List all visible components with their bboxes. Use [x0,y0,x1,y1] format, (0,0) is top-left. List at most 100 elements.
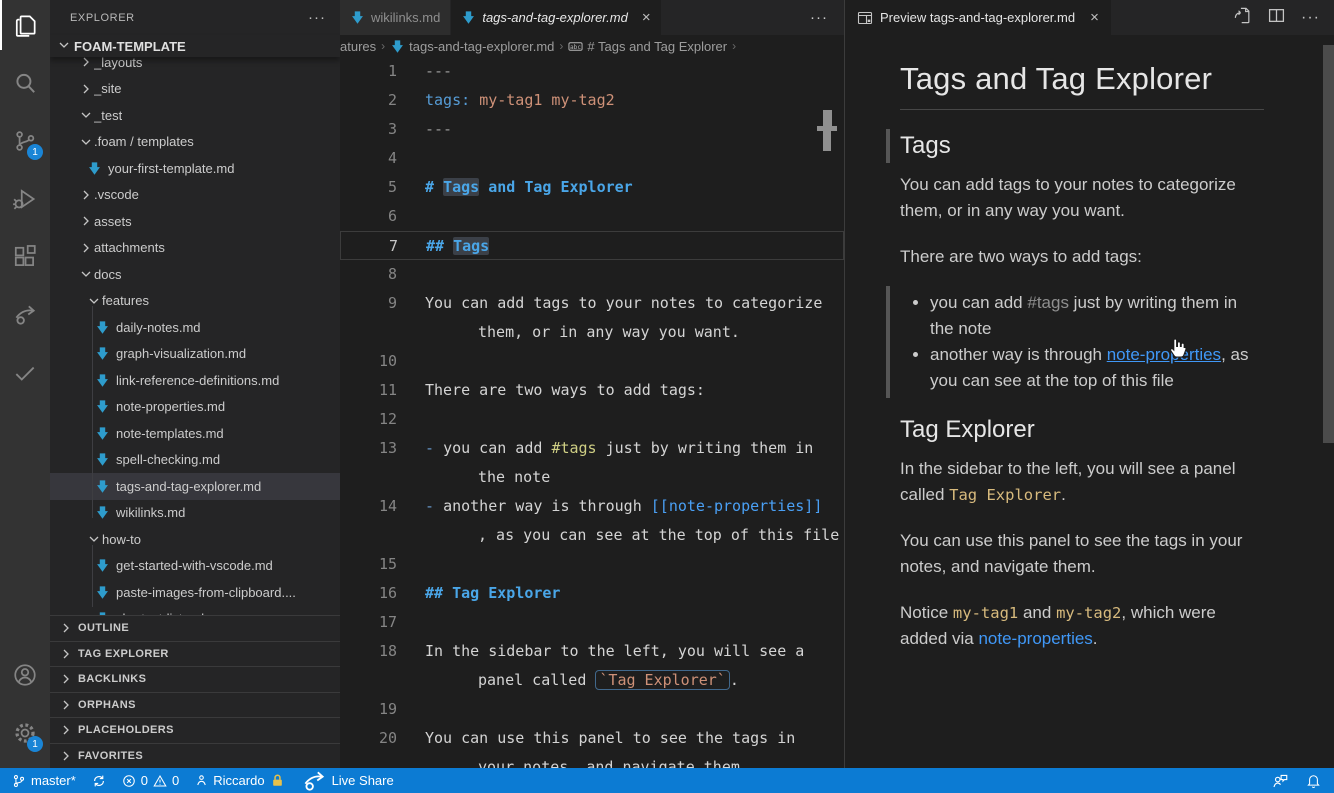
tree-item-get-started-with-vscode-md[interactable]: get-started-with-vscode.md [50,553,340,580]
tree-item--site[interactable]: _site [50,76,340,103]
breadcrumb-item[interactable]: atures [340,39,376,54]
preview-heading: Tags [900,132,1264,160]
tree-item-note-templates-md[interactable]: note-templates.md [50,420,340,447]
tree-item-assets[interactable]: assets [50,208,340,235]
tab-bar-more-actions[interactable]: ··· [794,0,844,35]
foam-file-icon [94,452,110,467]
activity-source-control[interactable]: 1 [0,116,50,166]
split-editor-icon [1268,7,1285,24]
tree-item-graph-visualization-md[interactable]: graph-visualization.md [50,341,340,368]
tab-wikilinks-md[interactable]: wikilinks.md [340,0,451,35]
code-text: ## Tag Explorer [397,579,560,608]
tree-item--test[interactable]: _test [50,102,340,129]
breadcrumb-item[interactable]: tags-and-tag-explorer.md [390,39,554,54]
breadcrumb[interactable]: atures›tags-and-tag-explorer.md›abc# Tag… [340,35,844,57]
line-number: 17 [340,608,397,637]
tree-item--vscode[interactable]: .vscode [50,182,340,209]
preview-more-actions[interactable]: ··· [1301,9,1320,27]
token-txt: your notes, and navigate them. [478,758,749,768]
tree-item-docs[interactable]: docs [50,261,340,288]
token-link: [[note-properties]] [651,497,823,515]
tree-item-paste-images-from-clipboard-[interactable]: paste-images-from-clipboard.... [50,579,340,606]
panel-orphans[interactable]: ORPHANS [50,692,340,718]
text-run: . [1061,485,1066,504]
preview-doc-icon [857,10,873,26]
tree-item-shortcut-list-md[interactable]: shortcut-list.md [50,606,340,616]
tree-item-tags-and-tag-explorer-md[interactable]: tags-and-tag-explorer.md [50,473,340,500]
close-icon[interactable]: × [642,9,651,26]
preview-link[interactable]: note-properties [978,629,1092,648]
line-number: 16 [340,579,397,608]
live-share-session[interactable]: Riccardo [195,773,284,788]
feedback-status[interactable] [1271,772,1289,790]
split-editor-button[interactable] [1268,7,1285,29]
tree-item-label: note-properties.md [116,399,225,414]
text-run: You can use this panel to see the tags i… [900,531,1242,576]
activity-extensions[interactable] [0,232,50,282]
code-text: You can add tags to your notes to catego… [397,289,822,318]
token-str: my-tag1 my-tag2 [479,91,614,109]
code-text [397,144,425,173]
tree-item-spell-checking-md[interactable]: spell-checking.md [50,447,340,474]
tag-text: #tags [1027,293,1069,312]
code-text: You can use this panel to see the tags i… [397,724,795,753]
tree-item-link-reference-definitions-md[interactable]: link-reference-definitions.md [50,367,340,394]
chevron-down-icon [56,37,72,56]
preview-tab[interactable]: Preview tags-and-tag-explorer.md × [845,0,1111,35]
activity-files[interactable] [0,0,50,50]
code-editor[interactable]: 1---2tags: my-tag1 my-tag23---45# Tags a… [340,57,844,768]
panel-tag-explorer[interactable]: TAG EXPLORER [50,641,340,667]
indent-guide [92,545,93,607]
git-branch-status[interactable]: master* [12,773,76,788]
tree-item-label: your-first-template.md [108,161,234,176]
tree-item-note-properties-md[interactable]: note-properties.md [50,394,340,421]
activity-search[interactable] [0,58,50,108]
code-line: 1--- [340,57,844,86]
code-line: 11There are two ways to add tags: [340,376,844,405]
preview-link[interactable]: note-properties [1107,345,1221,364]
sync-status[interactable] [92,774,106,788]
close-icon[interactable]: × [1090,9,1099,26]
panel-placeholders[interactable]: PLACEHOLDERS [50,717,340,743]
tree-item-how-to[interactable]: how-to [50,526,340,553]
tab-tags-and-tag-explorer-md[interactable]: tags-and-tag-explorer.md× [451,0,660,35]
panel-backlinks[interactable]: BACKLINKS [50,666,340,692]
error-icon [122,774,136,788]
activity-check[interactable] [0,348,50,398]
panel-outline[interactable]: OUTLINE [50,615,340,641]
code-text [397,695,425,724]
panel-favorites[interactable]: FAVORITES [50,743,340,769]
workspace-section-header[interactable]: FOAM-TEMPLATE [50,35,340,57]
problems-status[interactable]: 00 [122,773,179,788]
activity-account[interactable] [0,650,50,700]
workspace-name: FOAM-TEMPLATE [74,39,186,54]
tree-item-your-first-template-md[interactable]: your-first-template.md [50,155,340,182]
code-text [397,347,425,376]
line-number: 15 [340,550,397,579]
panel-label: ORPHANS [78,699,136,711]
tree-item-wikilinks-md[interactable]: wikilinks.md [50,500,340,527]
live-share-button[interactable]: Live Share [301,768,394,793]
preview-title: Tags and Tag Explorer [900,61,1264,97]
line-number: 13 [340,434,397,463]
notifications-bell[interactable] [1305,772,1322,789]
tree-item--foam-templates[interactable]: .foam / templates [50,129,340,156]
preview-tab-label: Preview tags-and-tag-explorer.md [880,10,1075,25]
tree-item--layouts[interactable]: _layouts [50,57,340,76]
sidebar-more-actions[interactable]: ··· [308,9,326,26]
tree-item-daily-notes-md[interactable]: daily-notes.md [50,314,340,341]
token-txt: . [730,671,739,689]
activity-debug[interactable] [0,174,50,224]
status-label: 0 [172,773,179,788]
file-tree: _layouts_site_test.foam / templates your-… [50,57,340,615]
preview-scrollbar[interactable] [1323,45,1334,443]
sidebar-panels: OUTLINETAG EXPLORERBACKLINKS ORPHANS PLACE… [50,615,340,768]
open-file-button[interactable] [1233,6,1252,30]
activity-settings[interactable]: 1 [0,708,50,758]
tree-item-attachments[interactable]: attachments [50,235,340,262]
tree-item-features[interactable]: features [50,288,340,315]
breadcrumb-item[interactable]: abc# Tags and Tag Explorer [568,39,727,54]
activity-live-share[interactable] [0,290,50,340]
token-txt: you can add [443,439,551,457]
chevron-down-icon [86,293,102,309]
